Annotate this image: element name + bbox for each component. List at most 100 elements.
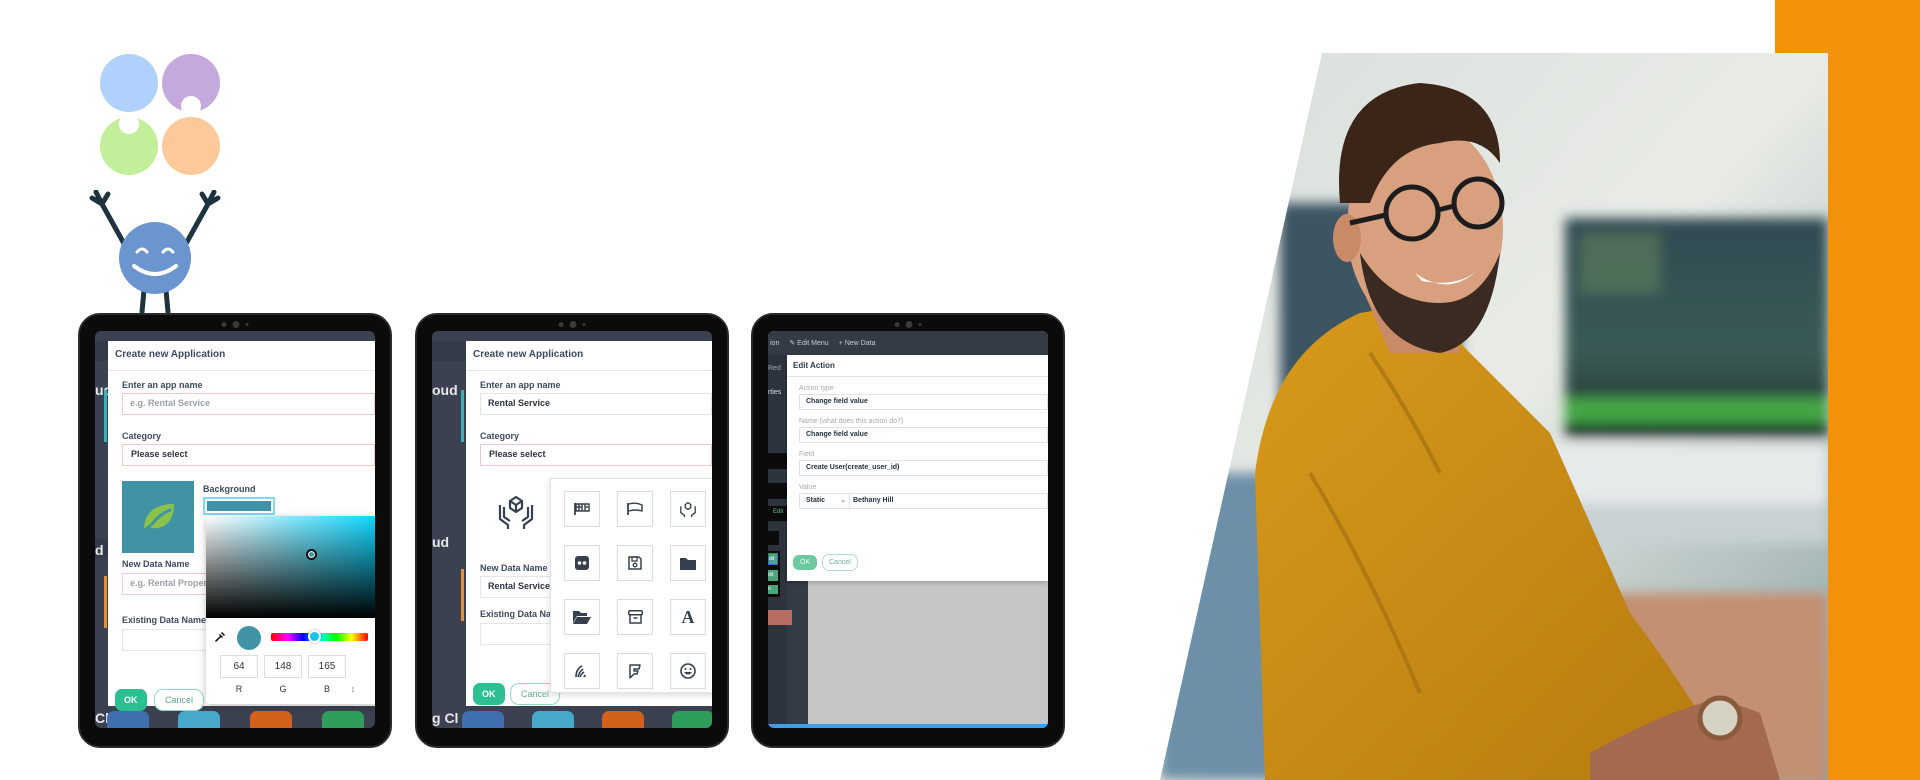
logo-circle-green [100,117,158,175]
tablet-camera [558,321,586,328]
edit-action-dialog: Edit Action Action type Change field val… [787,355,1048,581]
edit-menu-button[interactable]: ✎ Edit Menu [789,339,828,347]
eyedropper-icon[interactable] [214,631,226,643]
edit-button[interactable]: dit [768,570,778,581]
category-select[interactable]: Please select [480,444,712,466]
hue-slider[interactable] [271,630,368,643]
value-mode-label: Static [806,497,826,504]
field-select[interactable]: Create User(create_user_id) [799,460,1048,476]
hero-photo [1160,53,1828,780]
new-data-button[interactable]: + New Data [839,340,876,347]
dock-app-icon[interactable] [462,711,504,728]
value-input[interactable]: Bethany Hill [850,493,1048,509]
action-name-input[interactable]: Change field value [799,427,1048,443]
background-color-label: Background [203,484,256,494]
background-label: oud [432,382,458,398]
tablet-create-app-icon: oud ud g Cl Create new Application Enter… [415,313,729,748]
existing-data-input[interactable] [122,629,217,651]
dialog-title: Create new Application [466,341,712,371]
dock-app-icon[interactable] [178,711,220,728]
tablet-edit-action: Red rties Edit dit dit n ion ✎ Edit Menu… [751,313,1065,748]
properties-label: rties [768,389,782,396]
dock-app-icon[interactable] [250,711,292,728]
tablet-create-app-color: ud d Cl Create new Application Enter an … [78,313,392,748]
color-handle[interactable] [306,549,317,560]
dock-app-icon[interactable] [672,711,712,728]
new-data-input[interactable]: Rental Service [480,576,560,598]
hands-holding-box-icon[interactable] [670,491,706,527]
flag-checkered-icon[interactable] [564,491,600,527]
archive-box-icon[interactable] [617,599,653,635]
dock-app-icon[interactable] [602,711,644,728]
action-button[interactable]: n [768,585,778,594]
dialog-title: Edit Action [787,355,1048,377]
tablet-screen: oud ud g Cl Create new Application Enter… [432,331,712,728]
blue-input[interactable]: 165 [308,655,346,678]
new-data-input[interactable]: e.g. Rental Proper [122,573,217,595]
icon-picker-panel: A [550,478,712,693]
signal-stream-icon[interactable] [564,653,600,689]
new-data-label: New Data Name [122,559,190,569]
dialog-title: Create new Application [108,341,375,371]
tablet-camera [221,321,249,328]
color-mode-toggle[interactable]: ↕ [346,684,360,694]
dock-app-icon[interactable] [322,711,364,728]
create-app-dialog: Create new Application Enter an app name… [108,341,375,711]
existing-data-input[interactable] [480,623,560,645]
background-label: ud [432,534,450,550]
hands-holding-box-icon[interactable] [496,491,536,531]
ok-button[interactable]: OK [473,683,505,705]
red-input[interactable]: 64 [220,655,258,678]
color-picker-popover: 64 148 165 R G B ↕ [206,516,375,704]
folder-icon[interactable] [670,545,706,581]
app-name-input[interactable]: e.g. Rental Service [122,393,375,415]
app-dock [95,706,375,728]
mascot-icon [89,190,221,314]
grin-face-icon[interactable] [670,653,706,689]
app-dock [432,706,712,728]
app-name-input[interactable]: Rental Service [480,393,712,415]
marketing-page: ud d Cl Create new Application Enter an … [0,0,1920,780]
dock-app-icon[interactable] [532,711,574,728]
action-name-label: Name (what does this action do?) [799,418,904,425]
delete-button[interactable] [768,610,792,625]
floppy-disk-icon[interactable] [617,545,653,581]
category-select[interactable]: Please select [122,444,375,466]
smiling-man-photo-icon [1160,53,1828,780]
logo-circle-orange [162,117,220,175]
edit-button[interactable]: dit [768,553,778,565]
green-input[interactable]: 148 [264,655,302,678]
red-label: R [235,684,243,694]
leaf-icon [140,504,174,534]
background-label: d [95,542,104,558]
value-mode-select[interactable]: Static ⌄ [799,493,850,509]
cancel-button[interactable]: Cancel [822,554,858,571]
new-data-label: New Data Name [480,563,548,573]
action-type-label: Action type [799,385,834,392]
saturation-value-area[interactable] [206,516,375,618]
flag-icon[interactable] [617,491,653,527]
color-swatch [237,626,261,650]
ok-button[interactable]: OK [793,555,818,570]
action-type-select[interactable]: Change field value [799,394,1048,410]
logo-circle-purple [162,54,220,112]
create-app-dialog: Create new Application Enter an app name… [466,341,712,706]
font-icon[interactable]: A [670,599,706,635]
chevron-down-icon: ⌄ [840,497,846,504]
hue-slider-handle[interactable] [308,630,321,643]
category-label: Category [480,431,520,441]
toolbar-label: ion [770,339,780,347]
tablet-screen: ud d Cl Create new Application Enter an … [95,331,375,728]
value-label: Value [799,484,817,491]
redo-label[interactable]: Red [768,365,781,372]
app-icon-preview[interactable] [122,481,194,553]
dock-app-icon[interactable] [107,711,149,728]
existing-data-label: Existing Data Name [122,615,207,625]
background-color-input[interactable] [203,497,275,515]
flickr-icon[interactable] [564,545,600,581]
blue-label: B [323,684,330,694]
tablet-camera [894,321,922,328]
edit-label[interactable]: Edit [768,506,787,521]
folder-open-icon[interactable] [564,599,600,635]
foursquare-icon[interactable] [617,653,653,689]
